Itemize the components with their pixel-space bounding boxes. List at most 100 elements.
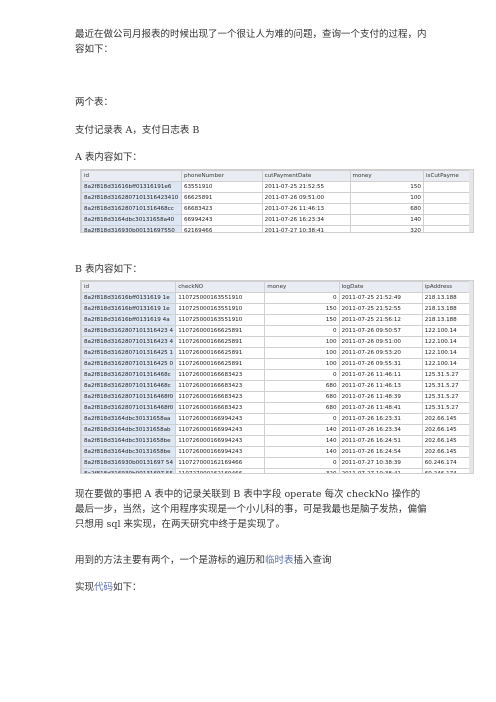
table-row: 8a2f818d3164dbc30131658aa 110726000166994…	[81, 413, 473, 425]
column-header: cutPaymentDate	[261, 170, 351, 182]
table-cell: 125.31.5.27	[421, 391, 473, 403]
table-row: 8a2f818d3162807101316425 0 11072600016662…	[81, 358, 473, 370]
table-cell: 2011-07-26 16:23:31	[338, 413, 423, 425]
table-cell: 110725000163551910	[175, 314, 266, 326]
table-cell: 8a2f818d3162807101316425 0	[81, 358, 177, 370]
table-cell: 8a2f818d3162807101316425 1	[81, 347, 177, 359]
table-cell: 2011-07-25 21:52:55	[261, 181, 351, 193]
table-cell: 2011-07-26 09:53:20	[338, 347, 423, 359]
table-cell: 0	[264, 369, 340, 381]
table-cell: 140	[264, 424, 340, 436]
table-row: 8a2f818d31616bff0131619 1e 11072500016355…	[81, 292, 473, 304]
table-cell: 60.246.174	[421, 468, 473, 473]
table-cell: 122.100.14	[421, 347, 473, 359]
table-row: 8a2f818d3162807101316468f0 11072600016668…	[81, 402, 473, 414]
table-b-caption: B 表内容如下：	[75, 264, 143, 275]
table-cell: 110726000166625891	[175, 358, 266, 370]
table-cell: 110726000166683423	[175, 402, 266, 414]
table-cell: 680	[264, 380, 340, 392]
table-cell: 8a2f818d316930b00131697550	[81, 225, 182, 232]
table-row: 8a2f818d3164dbc30131658be 110726000166994…	[81, 435, 473, 447]
table-cell: 320	[349, 225, 424, 232]
code-text-after: 如下：	[113, 582, 142, 593]
column-header: isCutPayme	[422, 170, 473, 182]
table-cell: 2011-07-26 16:23:34	[261, 214, 351, 226]
table-cell	[422, 203, 473, 215]
table-row: 8a2f818d3162807101316425 1 11072600016662…	[81, 347, 473, 359]
table-cell: 63551910	[180, 181, 263, 193]
table-a-screenshot: id phoneNumber cutPaymentDate money isCutPay…	[80, 169, 474, 233]
table-cell: 8a2f818d3162807101316423410	[81, 192, 182, 204]
table-cell: 680	[349, 203, 424, 215]
table-cell: 110726000166683423	[175, 369, 266, 381]
method-text-before: 用到的方法主要有两个，一个是游标的遍历和	[75, 555, 266, 566]
table-cell: 122.100.14	[421, 325, 473, 337]
table-a: id phoneNumber cutPaymentDate money isCutPay…	[81, 170, 473, 232]
table-cell: 2011-07-26 11:48:39	[338, 391, 423, 403]
column-header: ipAddress	[421, 281, 473, 293]
table-cell: 0	[264, 325, 340, 337]
table-cell: 8a2f818d3162807101316468f0	[81, 402, 177, 414]
column-header: phoneNumber	[180, 170, 263, 182]
column-header: logDate	[338, 281, 423, 293]
table-cell: 125.31.5.27	[421, 369, 473, 381]
table-cell: 110727000162169466	[175, 457, 266, 469]
table-cell: 680	[264, 402, 340, 414]
table-cell: 150	[349, 181, 424, 193]
table-cell: 110726000166994243	[175, 424, 266, 436]
table-cell: 8a2f818d316930b00131697 54	[81, 457, 177, 469]
table-row: 8a2f818d3162807101316468c 110726000166683…	[81, 380, 473, 392]
table-cell: 110726000166994243	[175, 435, 266, 447]
table-cell: 2011-07-26 09:51:00	[338, 336, 423, 348]
table-cell: 150	[264, 314, 340, 326]
table-cell: 8a2f818d3162807101316423 4	[81, 336, 177, 348]
table-cell: 2011-07-26 16:23:34	[338, 424, 423, 436]
table-cell: 62169466	[180, 225, 263, 232]
table-cell: 2011-07-26 16:24:54	[338, 446, 423, 458]
table-cell: 8a2f818d3164dbc30131658aa	[81, 413, 177, 425]
problem-description-paragraph: 现在要做的事把 A 表中的记录关联到 B 表中字段 operate 每次 che…	[75, 489, 427, 530]
table-b-edge	[469, 281, 473, 473]
table-cell	[422, 214, 473, 226]
table-cell	[422, 225, 473, 232]
table-cell: 66994243	[180, 214, 263, 226]
table-cell: 2011-07-26 16:24:51	[338, 435, 423, 447]
table-cell: 2011-07-25 21:56:12	[338, 314, 423, 326]
table-cell: 8a2f818d3162807101316468c	[81, 369, 177, 381]
table-a-caption: A 表内容如下：	[75, 152, 142, 163]
column-header: money	[349, 170, 424, 182]
table-cell: 218.13.188	[421, 292, 473, 304]
code-intro-paragraph: 实现代码如下：	[75, 580, 427, 595]
temp-table-link[interactable]: 临时表	[265, 555, 294, 566]
table-cell: 2011-07-26 09:51:00	[261, 192, 351, 204]
table-cell: 100	[264, 358, 340, 370]
table-cell: 2011-07-26 11:46:13	[338, 380, 423, 392]
column-header: id	[81, 281, 177, 293]
table-cell	[422, 181, 473, 193]
table-cell: 110726000166994243	[175, 446, 266, 458]
table-cell: 110726000166625891	[175, 336, 266, 348]
table-cell: 2011-07-26 09:55:31	[338, 358, 423, 370]
method-paragraph: 用到的方法主要有两个，一个是游标的遍历和临时表插入查询	[75, 553, 427, 568]
table-cell: 202.66.145	[421, 424, 473, 436]
table-cell: 8a2f818d3162807101316468f0	[81, 391, 177, 403]
table-cell: 60.246.174	[421, 457, 473, 469]
table-cell: 122.100.14	[421, 336, 473, 348]
table-cell: 150	[264, 303, 340, 315]
table-b-screenshot: id checkNO money logDate ipAddress 8a2f818d3…	[80, 280, 474, 474]
table-a-edge	[469, 170, 473, 232]
table-row: 8a2f818d31616bff01316191e6 63551910 2011-0…	[81, 181, 473, 193]
table-cell: 202.66.145	[421, 446, 473, 458]
table-a-header-row: id phoneNumber cutPaymentDate money isCutPay…	[81, 170, 473, 182]
table-cell: 2011-07-26 11:48:41	[338, 402, 423, 414]
table-cell: 0	[264, 292, 340, 304]
table-row: 8a2f818d3164dbc30131658a40 66994243 2011-0…	[81, 214, 473, 226]
table-cell: 8a2f818d31616bff01316191e6	[81, 181, 182, 193]
table-cell: 110726000166625891	[175, 325, 266, 337]
table-cell: 0	[264, 413, 340, 425]
table-cell: 8a2f818d316930b00131697 55	[81, 468, 177, 473]
code-link[interactable]: 代码	[94, 582, 113, 593]
table-cell: 8a2f818d3162807101316468cc	[81, 203, 182, 215]
table-cell: 8a2f818d3162807101316468c	[81, 380, 177, 392]
table-row: 8a2f818d316930b00131697 54 11072700016216…	[81, 457, 473, 469]
